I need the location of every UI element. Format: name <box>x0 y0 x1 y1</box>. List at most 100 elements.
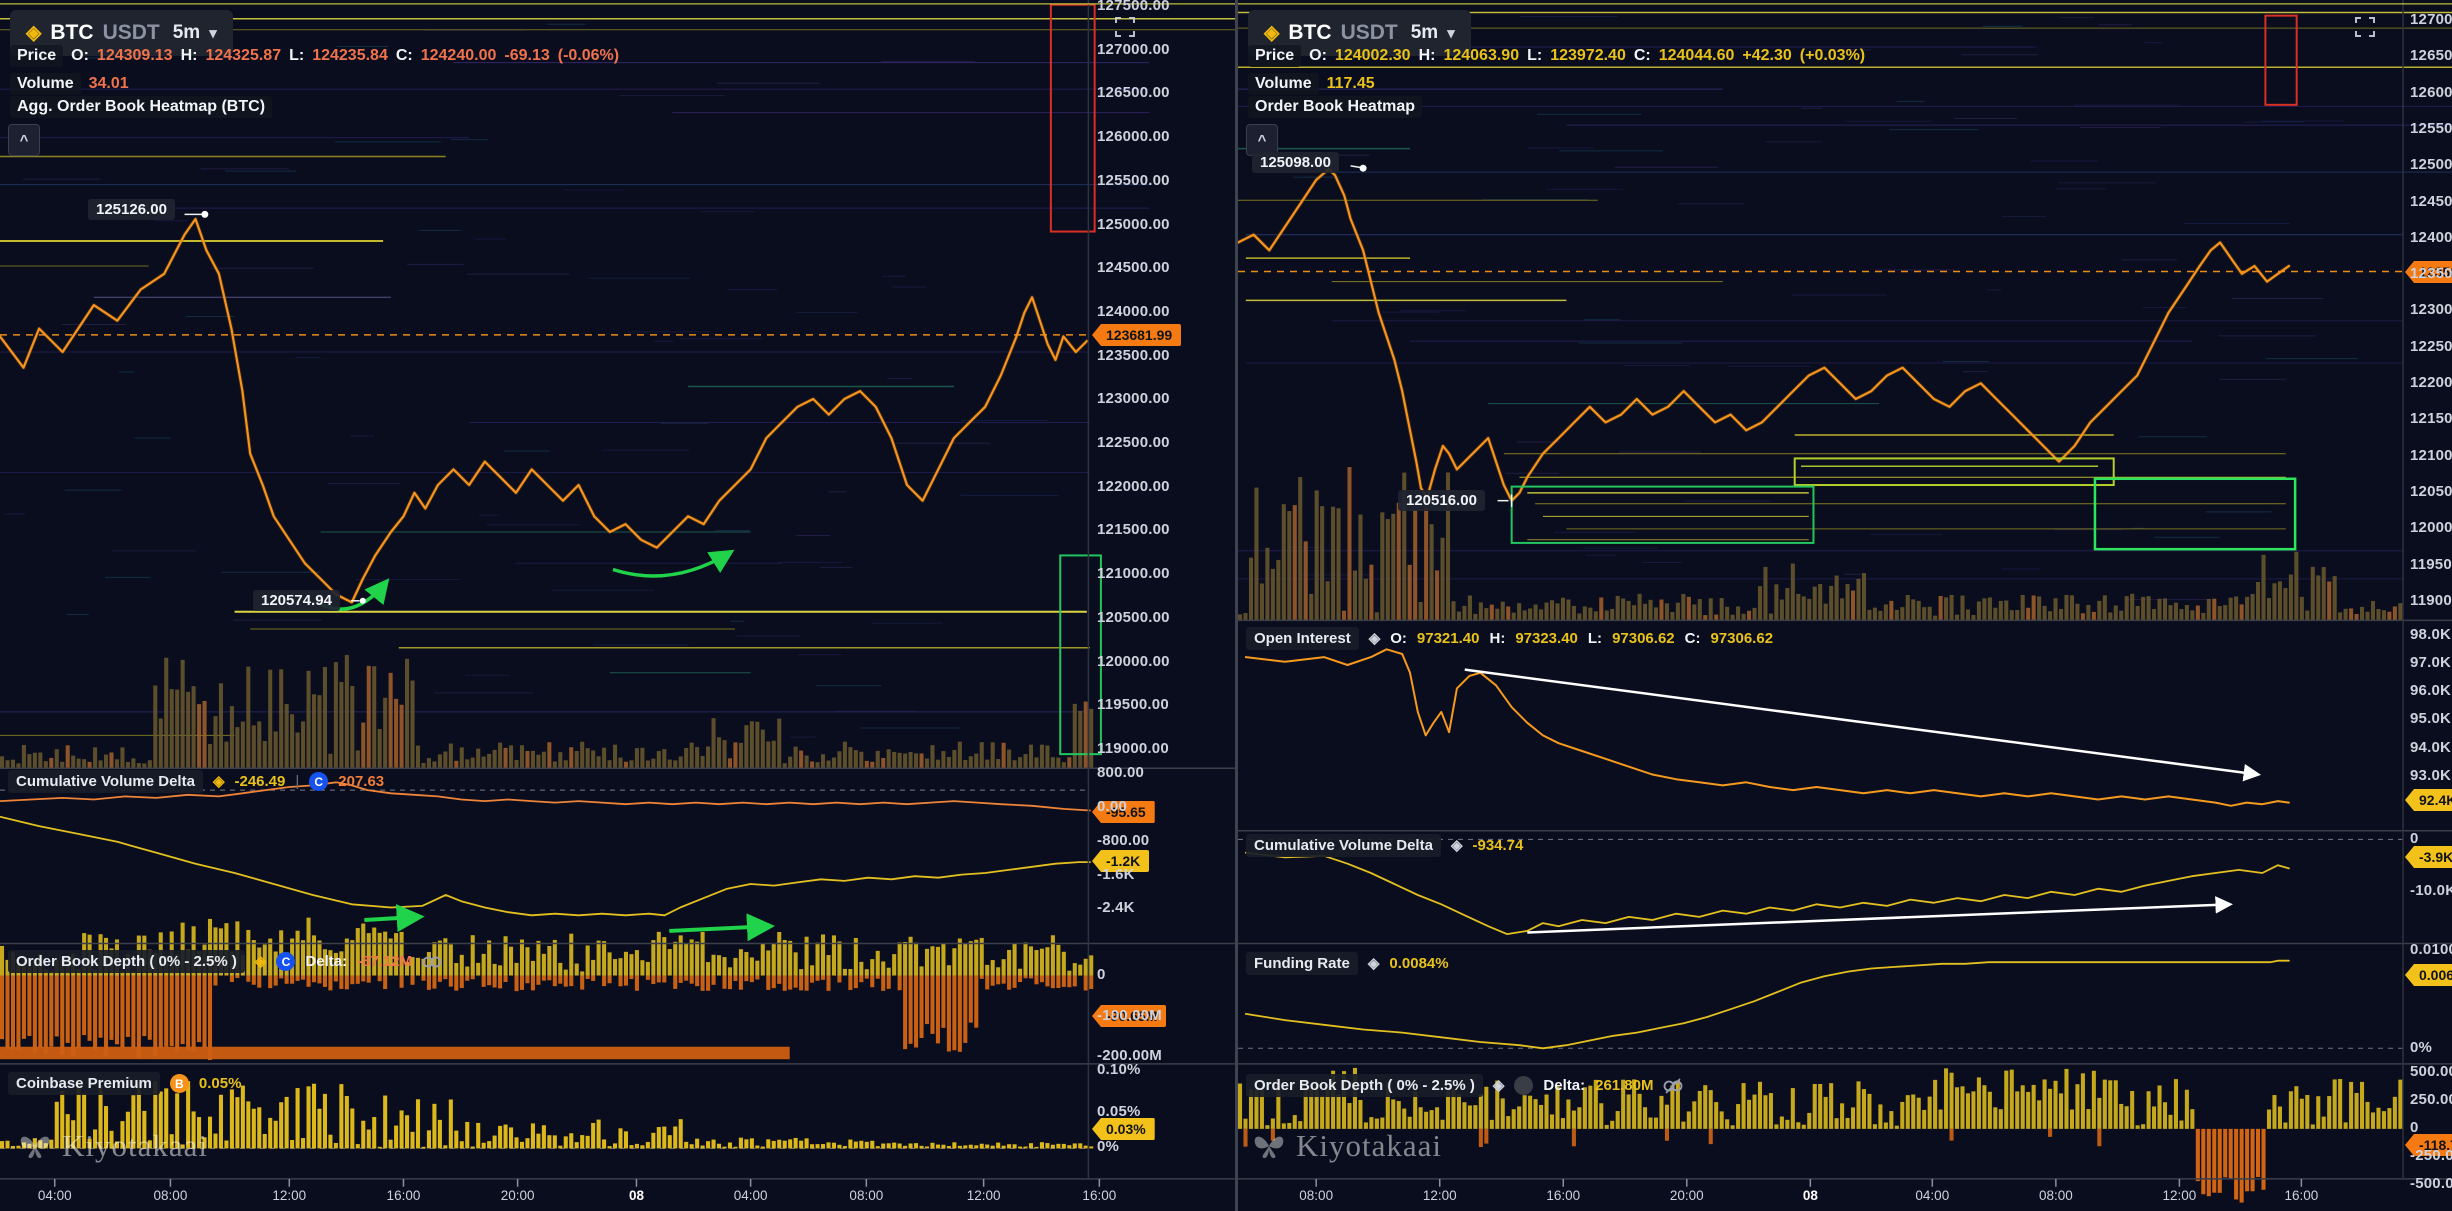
high-price-callout: 125098.00 <box>1252 152 1339 173</box>
link-icon[interactable] <box>422 955 442 969</box>
binance-icon: ◈ <box>213 774 225 789</box>
funding-pane-header: Funding Rate ◈ 0.0084% <box>1246 952 1449 975</box>
axis-label: 93.0K <box>2410 767 2451 784</box>
axis-label: 0% <box>2410 1039 2432 1056</box>
watermark: Kiyotakaai <box>1252 1128 1442 1164</box>
axis-label: 127000.00 <box>1097 41 1170 58</box>
axis-label: 122000.00 <box>2410 374 2452 391</box>
axis-label: 124000.00 <box>1097 303 1170 320</box>
fullscreen-button[interactable] <box>1110 12 1140 42</box>
volume-value: 117.45 <box>1327 75 1375 93</box>
axis-label: 97.0K <box>2410 654 2451 671</box>
time-axis-label: 08 <box>629 1188 644 1203</box>
axis-label: 122500.00 <box>1097 434 1170 451</box>
cvd-title: Cumulative Volume Delta <box>1246 834 1441 857</box>
o-key: O: <box>71 47 89 65</box>
change-pct: (+0.03%) <box>1800 47 1865 65</box>
binance-icon: ◈ <box>1264 23 1279 43</box>
axis-label: 122500.00 <box>2410 338 2452 355</box>
panel-right: ◈ BTCUSDT 5m ▾ Price O:124002.30 H:12406… <box>1235 0 2452 1211</box>
heatmap-row-left: Agg. Order Book Heatmap (BTC) <box>10 96 272 118</box>
l-key: L: <box>289 47 304 65</box>
price-label: Price <box>1248 45 1301 67</box>
obd-delta-value: -87.12M <box>357 953 412 970</box>
o-key: O: <box>1309 47 1327 65</box>
axis-label: 0 <box>2410 1119 2419 1136</box>
h-key: H: <box>1489 630 1505 647</box>
price-chart-right[interactable] <box>1238 0 2452 1211</box>
axis-label: 123500.00 <box>2410 265 2452 282</box>
cvd-value: -934.74 <box>1472 837 1523 854</box>
axis-label: 500.00M <box>2410 1063 2452 1080</box>
time-axis-label: 08:00 <box>2039 1188 2073 1203</box>
close-value: 124044.60 <box>1659 47 1735 65</box>
change-value: +42.30 <box>1742 47 1791 65</box>
oi-close: 97306.62 <box>1710 630 1773 647</box>
watermark: Kiyotakaai <box>18 1128 208 1164</box>
axis-label: -100.00M <box>1097 1007 1162 1024</box>
axis-label: 123000.00 <box>2410 301 2452 318</box>
axis-label: 0.0100% <box>2410 941 2452 958</box>
premium-pane-header-left: Coinbase Premium B 0.05% <box>8 1072 241 1095</box>
axis-label: 127500.00 <box>1097 0 1170 14</box>
oi-title: Open Interest <box>1246 627 1359 650</box>
time-axis-label: 16:00 <box>1082 1188 1116 1203</box>
axis-label: 125000.00 <box>1097 216 1170 233</box>
oi-badge: 92.4K <box>2405 789 2452 811</box>
axis-label: 120500.00 <box>2410 483 2452 500</box>
open-value: 124002.30 <box>1335 47 1411 65</box>
binance-icon: ◈ <box>26 23 41 43</box>
time-axis-label: 12:00 <box>2162 1188 2196 1203</box>
fullscreen-icon <box>1114 16 1136 38</box>
axis-label: 0 <box>1097 966 1106 983</box>
chevron-down-icon: ▾ <box>1447 24 1455 42</box>
volume-row-right: Volume 117.45 <box>1248 73 1375 95</box>
time-axis-label: 08 <box>1803 1188 1818 1203</box>
interval-label: 5m <box>173 22 200 44</box>
high-value: 124063.90 <box>1443 47 1519 65</box>
axis-label: -250.00M <box>2410 1147 2452 1164</box>
time-axis-label: 16:00 <box>387 1188 421 1203</box>
price-ohlc-row-right: Price O:124002.30 H:124063.90 L:123972.4… <box>1248 45 1865 67</box>
open-value: 124309.13 <box>97 47 173 65</box>
cvd-pane-header-left: Cumulative Volume Delta ◈ -246.49 | C 20… <box>8 770 384 793</box>
binance-icon: ◈ <box>1493 1078 1505 1093</box>
volume-label: Volume <box>10 73 81 95</box>
axis-label: 119500.00 <box>2410 556 2452 573</box>
change-pct: (-0.06%) <box>558 47 619 65</box>
premium-title: Coinbase Premium <box>8 1072 160 1095</box>
volume-row-left: Volume 34.01 <box>10 73 129 95</box>
unlink-icon[interactable] <box>1663 1078 1683 1094</box>
butterfly-logo-icon <box>18 1131 52 1161</box>
axis-label: 124500.00 <box>1097 259 1170 276</box>
axis-label: 124500.00 <box>2410 193 2452 210</box>
volume-label: Volume <box>1248 73 1319 95</box>
change-value: -69.13 <box>504 47 549 65</box>
price-chart-left[interactable] <box>0 0 1235 1211</box>
cvd-title: Cumulative Volume Delta <box>8 770 203 793</box>
cvd-coinbase-value: 207.63 <box>338 773 384 790</box>
close-value: 124240.00 <box>421 47 497 65</box>
axis-label: 126500.00 <box>2410 47 2452 64</box>
axis-label: 800.00 <box>1097 764 1144 781</box>
axis-label: 250.00M <box>2410 1091 2452 1108</box>
axis-label: 120500.00 <box>1097 609 1170 626</box>
axis-label: 119500.00 <box>1097 696 1169 713</box>
obd-delta-value: 261.80M <box>1595 1077 1653 1094</box>
coinbase-icon: C <box>309 772 328 791</box>
fullscreen-button[interactable] <box>2350 12 2380 42</box>
time-axis-label: 04:00 <box>1915 1188 1949 1203</box>
axis-label: 127000.00 <box>2410 11 2452 28</box>
c-key: C: <box>396 47 413 65</box>
axis-label: 123000.00 <box>1097 390 1170 407</box>
symbol-base: BTC <box>50 21 93 45</box>
axis-label: 126500.00 <box>1097 84 1170 101</box>
bitcoin-icon: B <box>170 1074 189 1093</box>
collapse-button[interactable]: ^ <box>8 124 40 156</box>
axis-label: 125500.00 <box>1097 172 1170 189</box>
volume-value: 34.01 <box>89 75 129 93</box>
axis-label: 119000.00 <box>2410 592 2452 609</box>
axis-label: 119000.00 <box>1097 740 1169 757</box>
low-value: 123972.40 <box>1550 47 1626 65</box>
oi-pane-header: Open Interest ◈ O:97321.40 H:97323.40 L:… <box>1246 627 1773 650</box>
